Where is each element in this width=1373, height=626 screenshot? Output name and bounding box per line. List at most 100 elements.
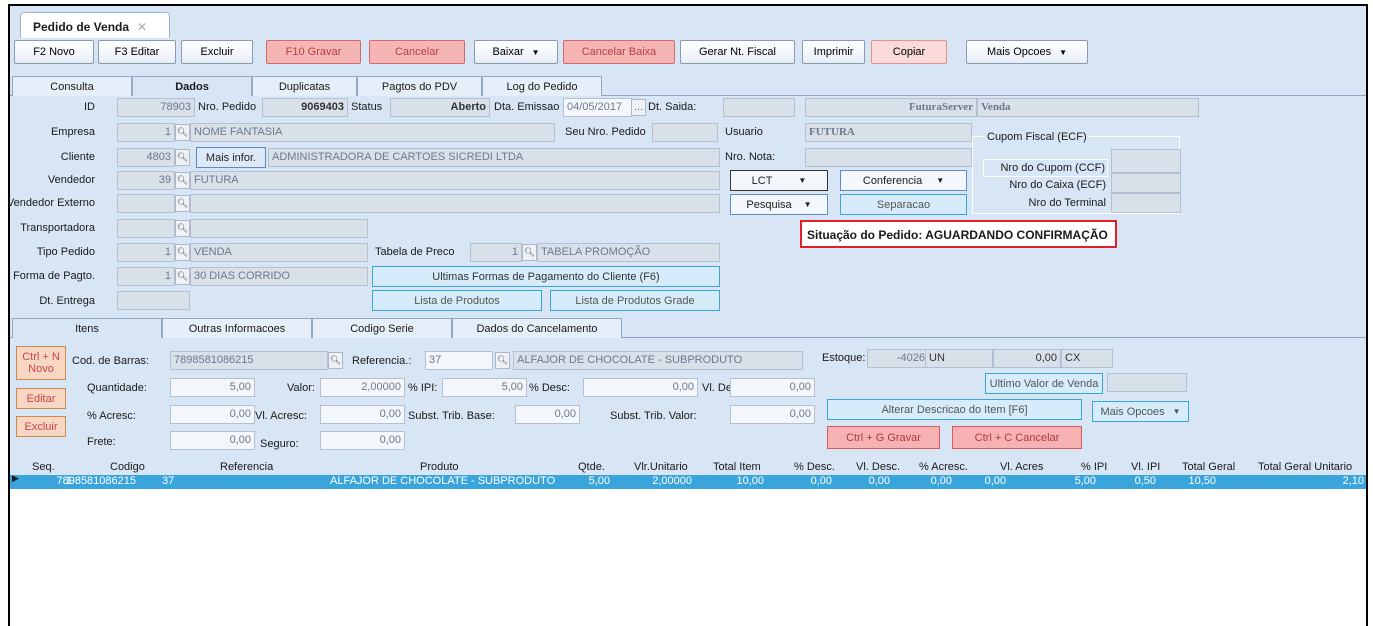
conferencia-dropdown[interactable]: Conferencia ▼: [840, 170, 967, 191]
search-icon[interactable]: 🔍︎: [175, 220, 190, 237]
search-icon[interactable]: 🔍︎: [175, 149, 190, 166]
mais-opcoes-item-dropdown[interactable]: Mais Opcoes ▼: [1092, 401, 1189, 422]
close-icon[interactable]: ✕: [137, 20, 147, 34]
editar-item-button[interactable]: Editar: [16, 388, 66, 409]
cancelar-item-button[interactable]: Ctrl + C Cancelar: [952, 426, 1082, 449]
toolbar-baixar-button[interactable]: Baixar ▼: [474, 40, 558, 64]
table-row[interactable]: 1 7898581086215 37 ALFAJOR DE CHOCOLATE - S…: [10, 475, 1366, 489]
column-header[interactable]: Codigo: [110, 461, 145, 473]
tab-dados[interactable]: Dados: [132, 76, 252, 96]
dta-emissao-field[interactable]: 04/05/2017: [563, 98, 633, 117]
acresc-field[interactable]: 0,00: [170, 405, 255, 424]
vendedor-code[interactable]: 39: [117, 171, 175, 190]
column-header[interactable]: Produto: [420, 461, 459, 473]
ecf-group: Cupom Fiscal (ECF) Nro do Cupom (CCF) Nr…: [972, 131, 1181, 214]
seguro-field[interactable]: 0,00: [320, 431, 405, 450]
vl-desc-field[interactable]: 0,00: [730, 378, 815, 397]
lista-produtos-button[interactable]: Lista de Produtos: [372, 290, 542, 311]
item-tabbar: Itens Outras Informacoes Codigo Serie Da…: [10, 318, 1366, 338]
seu-nro-field[interactable]: [652, 123, 718, 142]
vl-acresc-field[interactable]: 0,00: [320, 405, 405, 424]
valor-field[interactable]: 2,00000: [320, 378, 405, 397]
toolbar-f2-novo-button[interactable]: F2 Novo: [14, 40, 94, 64]
tab-outras-informacoes[interactable]: Outras Informacoes: [162, 318, 312, 338]
subst-base-field[interactable]: 0,00: [515, 405, 580, 424]
vendedor-externo-code[interactable]: [117, 194, 175, 213]
column-header[interactable]: Vlr.Unitario: [634, 461, 688, 473]
status-label: Status: [351, 101, 383, 113]
table-cell: 7898581086215: [56, 475, 136, 487]
ecf-cupom-label: Nro do Cupom (CCF): [983, 159, 1108, 177]
tab-consulta[interactable]: Consulta: [12, 76, 132, 96]
column-header[interactable]: Vl. Desc.: [856, 461, 900, 473]
pesquisa-dropdown[interactable]: Pesquisa ▼: [730, 194, 828, 215]
toolbar-cancelar-baixa-button[interactable]: Cancelar Baixa: [563, 40, 675, 64]
dt-saida-field[interactable]: [723, 98, 795, 117]
column-header[interactable]: % Acresc.: [919, 461, 968, 473]
subst-valor-field[interactable]: 0,00: [730, 405, 815, 424]
table-cell: 2,00000: [652, 475, 692, 487]
desc-field[interactable]: 0,00: [583, 378, 698, 397]
column-header[interactable]: Referencia: [220, 461, 273, 473]
column-header[interactable]: % IPI: [1081, 461, 1107, 473]
search-icon[interactable]: 🔍︎: [522, 244, 537, 261]
toolbar-copiar-button[interactable]: Copiar: [871, 40, 947, 64]
separacao-button[interactable]: Separacao: [840, 194, 967, 215]
column-header[interactable]: Total Geral Unitario: [1258, 461, 1352, 473]
tab-duplicatas[interactable]: Duplicatas: [252, 76, 357, 96]
ultimo-valor-button[interactable]: Ultimo Valor de Venda: [985, 373, 1103, 394]
quantidade-field[interactable]: 5,00: [170, 378, 255, 397]
column-header[interactable]: Total Item: [713, 461, 761, 473]
excluir-item-button[interactable]: Excluir: [16, 416, 66, 437]
cod-barras-field[interactable]: 7898581086215: [170, 351, 328, 370]
tab-dados-cancelamento[interactable]: Dados do Cancelamento: [452, 318, 622, 338]
column-header[interactable]: Vl. Acres: [1000, 461, 1043, 473]
dt-entrega-field[interactable]: [117, 291, 190, 310]
column-header[interactable]: Qtde.: [578, 461, 605, 473]
toolbar-cancelar-button[interactable]: Cancelar: [369, 40, 465, 64]
toolbar-mais-opcoes-button[interactable]: Mais Opcoes ▼: [966, 40, 1088, 64]
toolbar-gerar-nt-fiscal-button[interactable]: Gerar Nt. Fiscal: [680, 40, 795, 64]
tab-log-pedido[interactable]: Log do Pedido: [482, 76, 602, 96]
column-header[interactable]: Vl. IPI: [1131, 461, 1160, 473]
search-icon[interactable]: 🔍︎: [175, 124, 190, 141]
lista-grade-button[interactable]: Lista de Produtos Grade: [550, 290, 720, 311]
lct-dropdown[interactable]: LCT ▼: [730, 170, 828, 191]
tipo-pedido-name: VENDA: [190, 243, 368, 262]
calendar-icon[interactable]: …: [631, 99, 646, 116]
column-header[interactable]: % Desc.: [794, 461, 835, 473]
toolbar-f10-gravar-button[interactable]: F10 Gravar: [266, 40, 361, 64]
tab-codigo-serie[interactable]: Codigo Serie: [312, 318, 452, 338]
ultimas-formas-button[interactable]: Ultimas Formas de Pagamento do Cliente (…: [372, 266, 720, 287]
gravar-item-button[interactable]: Ctrl + G Gravar: [827, 426, 940, 449]
ipi-field[interactable]: 5,00: [442, 378, 527, 397]
novo-item-button[interactable]: Ctrl + N Novo: [16, 346, 66, 380]
mais-infor-button[interactable]: Mais infor.: [196, 147, 266, 168]
alterar-descricao-button[interactable]: Alterar Descricao do Item [F6]: [827, 399, 1082, 420]
cliente-code[interactable]: 4803: [117, 148, 175, 167]
transportadora-code[interactable]: [117, 219, 175, 238]
tipo-pedido-code[interactable]: 1: [117, 243, 175, 262]
seguro-label: Seguro:: [260, 438, 299, 450]
referencia-field[interactable]: 37: [425, 351, 493, 370]
column-header[interactable]: Seq.: [32, 461, 55, 473]
search-icon[interactable]: 🔍︎: [328, 352, 343, 369]
window-tab-title: Pedido de Venda: [33, 20, 130, 34]
tabela-code[interactable]: 1: [470, 243, 522, 262]
column-header[interactable]: Total Geral: [1182, 461, 1235, 473]
search-icon[interactable]: 🔍︎: [175, 172, 190, 189]
toolbar-excluir-button[interactable]: Excluir: [181, 40, 253, 64]
search-icon[interactable]: 🔍︎: [175, 195, 190, 212]
search-icon[interactable]: 🔍︎: [495, 352, 510, 369]
frete-field[interactable]: 0,00: [170, 431, 255, 450]
table-cell: 37: [162, 475, 175, 487]
tab-pagtos-pdv[interactable]: Pagtos do PDV: [357, 76, 482, 96]
empresa-code[interactable]: 1: [117, 123, 175, 142]
search-icon[interactable]: 🔍︎: [175, 268, 190, 285]
window-tab[interactable]: Pedido de Venda ✕: [20, 12, 170, 38]
search-icon[interactable]: 🔍︎: [175, 244, 190, 261]
toolbar-imprimir-button[interactable]: Imprimir: [802, 40, 865, 64]
forma-code[interactable]: 1: [117, 267, 175, 286]
toolbar-f3-editar-button[interactable]: F3 Editar: [98, 40, 176, 64]
tab-itens[interactable]: Itens: [12, 318, 162, 338]
